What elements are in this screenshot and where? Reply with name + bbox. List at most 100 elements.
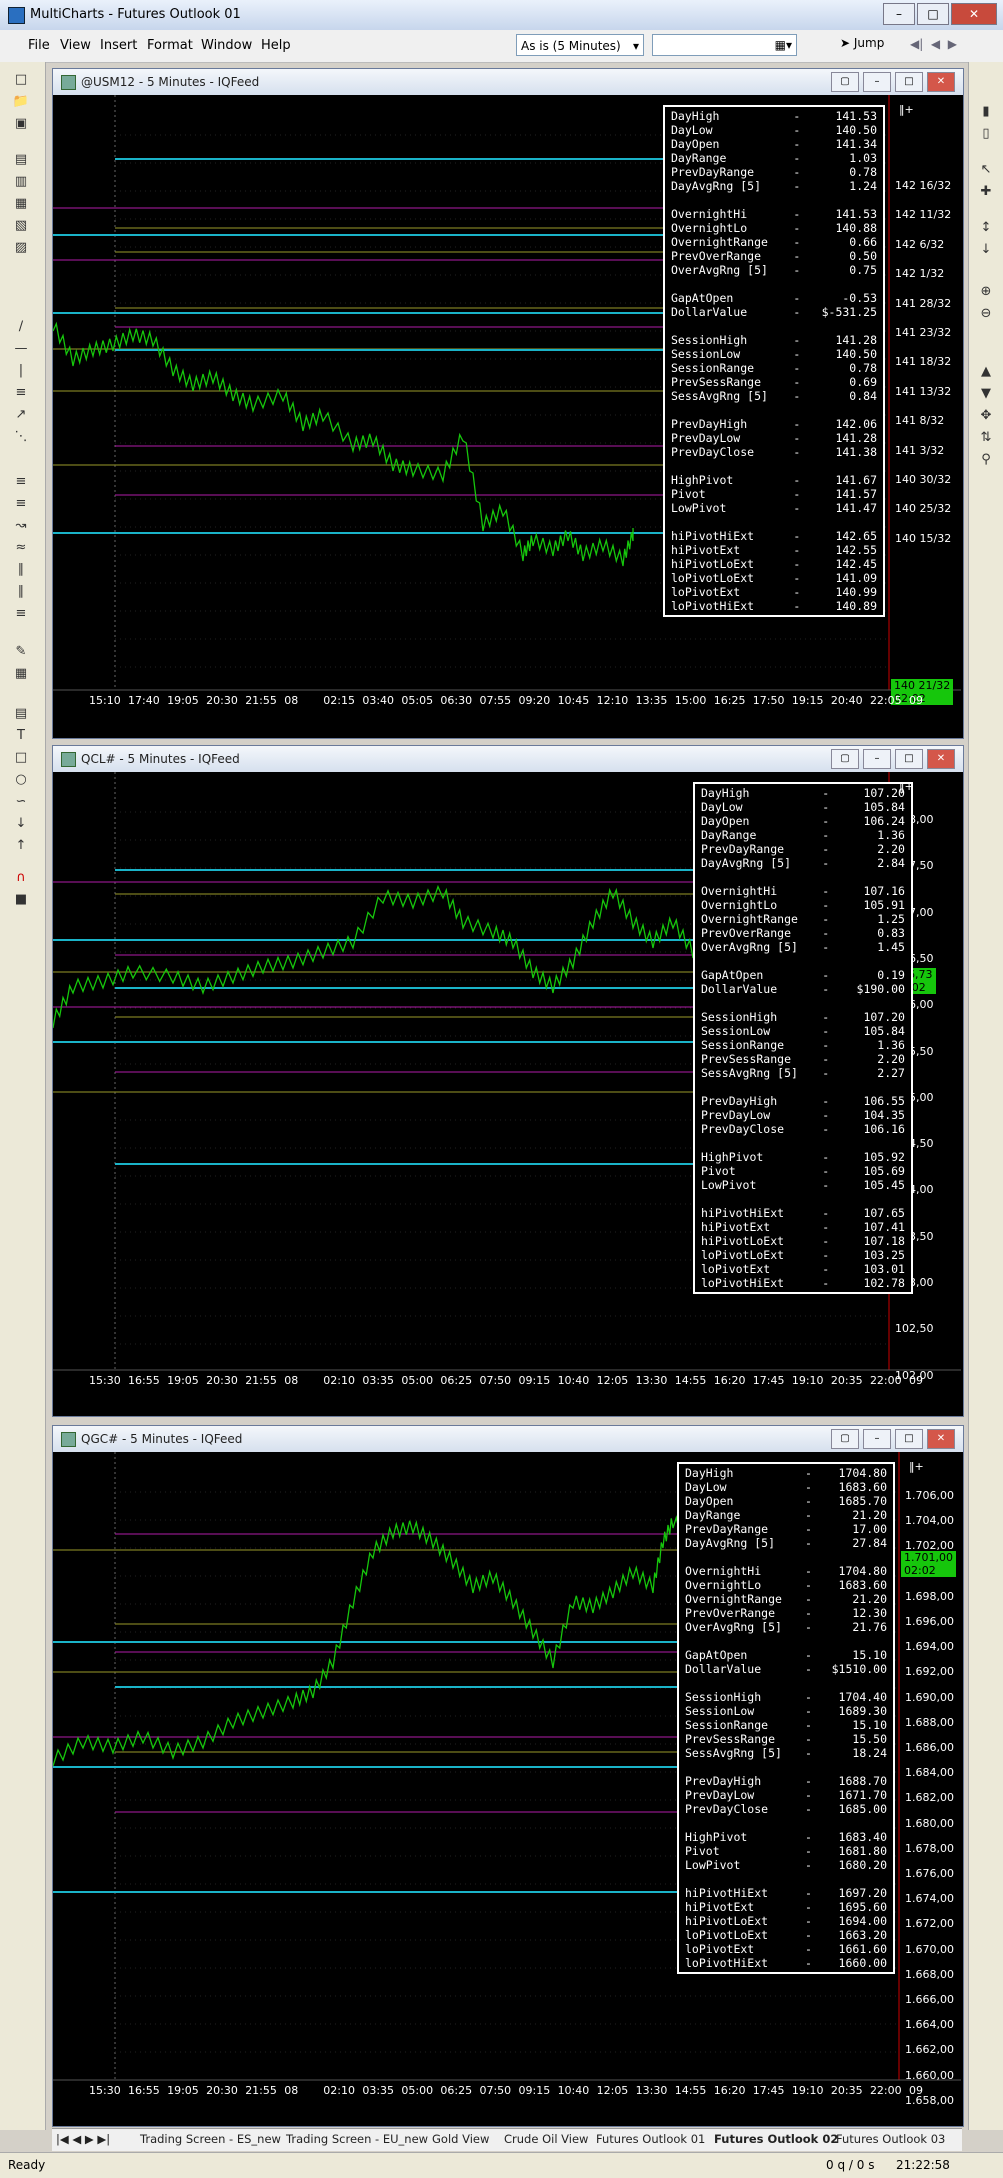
- minimize-button[interactable]: –: [883, 3, 915, 25]
- format-icon[interactable]: ▤: [10, 150, 32, 170]
- zoom-out-icon[interactable]: ⊖: [975, 304, 997, 324]
- tab-scroll-icons[interactable]: |◀ ◀ ▶ ▶|: [56, 2132, 110, 2146]
- fan-icon[interactable]: ↝: [10, 516, 32, 536]
- tab-futures-outlook-01[interactable]: Futures Outlook 01: [596, 2132, 705, 2146]
- chevron-down-icon: ▾: [632, 39, 639, 53]
- chart-settings-button[interactable]: ▢: [831, 1429, 859, 1449]
- chart-settings-button[interactable]: ▢: [831, 749, 859, 769]
- chart-maximize-button[interactable]: □: [895, 749, 923, 769]
- chart-maximize-button[interactable]: □: [895, 72, 923, 92]
- chart-type-icon[interactable]: ▮: [975, 102, 997, 122]
- jump-date-input[interactable]: ▦▾: [652, 34, 797, 56]
- save-icon[interactable]: ▣: [10, 114, 32, 134]
- new-chart-icon[interactable]: □: [10, 70, 32, 90]
- scroll-nav-icons[interactable]: ◀| ◀ ▶: [910, 37, 957, 51]
- ellipse-icon[interactable]: ○: [10, 770, 32, 790]
- ray-icon[interactable]: ↗: [10, 405, 32, 425]
- text-icon[interactable]: T: [10, 726, 32, 746]
- menu-format[interactable]: Format: [147, 38, 193, 53]
- chart-close-button[interactable]: ✕: [927, 749, 955, 769]
- stats-row: PrevDayClose - 1685.00: [685, 1802, 887, 1816]
- chart-minimize-button[interactable]: –: [863, 1429, 891, 1449]
- stats-separator: -: [793, 165, 801, 179]
- time-zones-icon[interactable]: ∥: [10, 582, 32, 602]
- menu-view[interactable]: View: [60, 38, 91, 53]
- stats-value: 140.88: [835, 221, 877, 235]
- stats-row: LowPivot - 1680.20: [685, 1858, 887, 1872]
- rectangle-icon[interactable]: □: [10, 748, 32, 768]
- tab-crude-oil-view[interactable]: Crude Oil View: [504, 2132, 588, 2146]
- magnet-icon[interactable]: ∩: [10, 868, 32, 888]
- menu-insert[interactable]: Insert: [100, 38, 137, 53]
- chart-minimize-button[interactable]: –: [863, 749, 891, 769]
- chart-window-qgc[interactable]: QGC# - 5 Minutes - IQFeed ▢ – □ ✕ 1.706,00 1…: [52, 1425, 964, 2127]
- time-axis-label: 16:20: [713, 2084, 746, 2097]
- pen-icon[interactable]: ✎: [10, 642, 32, 662]
- channel-icon[interactable]: ≡: [10, 472, 32, 492]
- stats-row: PrevDayLow - 104.35: [701, 1108, 905, 1122]
- tab-trading-screen-es[interactable]: Trading Screen - ES_new: [140, 2132, 281, 2146]
- curve-icon[interactable]: ∽: [10, 792, 32, 812]
- cycle-icon[interactable]: ∥: [10, 560, 32, 580]
- horizontal-line-icon[interactable]: —: [10, 339, 32, 359]
- maximize-button[interactable]: □: [917, 3, 949, 25]
- crosshair-icon[interactable]: ✚: [975, 182, 997, 202]
- stats-key: DayRange: [685, 1508, 741, 1522]
- arrow-down-icon[interactable]: ↓: [975, 240, 997, 260]
- regression-icon[interactable]: ≡: [10, 494, 32, 514]
- stats-separator: -: [822, 1262, 830, 1276]
- price-axis-label: 141 3/32: [895, 443, 945, 457]
- chart-window-header: QGC# - 5 Minutes - IQFeed ▢ – □ ✕: [53, 1426, 963, 1452]
- vertical-line-icon[interactable]: |: [10, 361, 32, 381]
- symbol-icon[interactable]: ▧: [10, 216, 32, 236]
- close-button[interactable]: ✕: [951, 3, 997, 25]
- alert-icon[interactable]: ■: [10, 890, 32, 910]
- cursor-icon[interactable]: ↖: [975, 160, 997, 180]
- chart-pane-menu-icon[interactable]: ‖+: [909, 1460, 924, 1473]
- chart-minimize-button[interactable]: –: [863, 72, 891, 92]
- tab-gold-view[interactable]: Gold View: [432, 2132, 489, 2146]
- menu-file[interactable]: File: [28, 38, 50, 53]
- chart-pane-menu-icon[interactable]: ‖+: [899, 103, 914, 116]
- move-icon[interactable]: ✥: [975, 406, 997, 426]
- magnify-icon[interactable]: ⚲: [975, 450, 997, 470]
- candlestick-icon[interactable]: ▯: [975, 124, 997, 144]
- chart-maximize-button[interactable]: □: [895, 1429, 923, 1449]
- trendline-icon[interactable]: ∕: [10, 317, 32, 337]
- resolution-select[interactable]: As is (5 Minutes) ▾: [516, 34, 644, 56]
- tab-futures-outlook-02[interactable]: Futures Outlook 02: [714, 2132, 838, 2146]
- grid-icon[interactable]: ▦: [10, 664, 32, 684]
- open-folder-icon[interactable]: 📁: [10, 92, 32, 112]
- buy-arrow-icon[interactable]: ▲: [975, 362, 997, 382]
- arrow-down-icon[interactable]: ↓: [10, 814, 32, 834]
- stats-spacer: [685, 1816, 887, 1830]
- tab-trading-screen-eu[interactable]: Trading Screen - EU_new: [286, 2132, 428, 2146]
- stats-separator: -: [804, 1578, 812, 1592]
- fibonacci-icon[interactable]: ≡: [10, 383, 32, 403]
- stats-separator: -: [822, 1150, 830, 1164]
- indicator-icon[interactable]: ▥: [10, 172, 32, 192]
- sell-arrow-icon[interactable]: ▼: [975, 384, 997, 404]
- speed-lines-icon[interactable]: ≡: [10, 604, 32, 624]
- chart-pane-menu-icon[interactable]: ‖+: [899, 780, 914, 793]
- ruler-icon[interactable]: ▤: [10, 704, 32, 724]
- menu-help[interactable]: Help: [261, 38, 291, 53]
- arrow-up-down-icon[interactable]: ↕: [975, 218, 997, 238]
- arrow-up-icon[interactable]: ↑: [10, 836, 32, 856]
- strategy-icon[interactable]: ▦: [10, 194, 32, 214]
- stats-row: DollarValue - $1510.00: [685, 1662, 887, 1676]
- scale-icon[interactable]: ⇅: [975, 428, 997, 448]
- chart-window-usm12[interactable]: @USM12 - 5 Minutes - IQFeed ▢ – □ ✕ 142 16/…: [52, 68, 964, 739]
- zoom-in-icon[interactable]: ⊕: [975, 282, 997, 302]
- chart-window-qcl[interactable]: QCL# - 5 Minutes - IQFeed ▢ – □ ✕ 108,00 107…: [52, 745, 964, 1417]
- stats-spacer: [701, 870, 905, 884]
- chart-close-button[interactable]: ✕: [927, 72, 955, 92]
- gann-icon[interactable]: ⋱: [10, 427, 32, 447]
- menu-window[interactable]: Window: [201, 38, 252, 53]
- chart-close-button[interactable]: ✕: [927, 1429, 955, 1449]
- arc-icon[interactable]: ≈: [10, 538, 32, 558]
- tab-futures-outlook-03[interactable]: Futures Outlook 03: [836, 2132, 945, 2146]
- print-icon[interactable]: ▨: [10, 238, 32, 258]
- jump-button[interactable]: ➤ Jump: [840, 36, 884, 50]
- chart-settings-button[interactable]: ▢: [831, 72, 859, 92]
